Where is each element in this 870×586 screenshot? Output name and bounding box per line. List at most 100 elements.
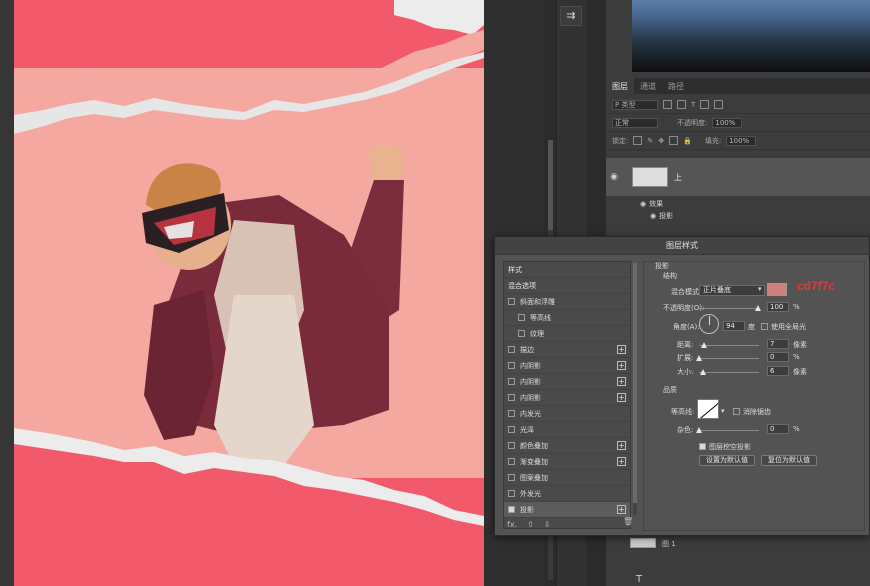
add-effect-icon[interactable]: + — [617, 393, 626, 402]
effects-eye-icon[interactable]: ◉ — [640, 200, 646, 208]
style-list-item-drop-shadow[interactable]: 投影 + — [504, 502, 630, 518]
lock-transparent-icon[interactable] — [633, 136, 643, 145]
tab-layers[interactable]: 图层 — [606, 78, 634, 94]
checkbox[interactable] — [518, 314, 525, 321]
move-down-icon[interactable]: ⇩ — [544, 520, 551, 529]
bottom-layer-name[interactable]: 图 1 — [662, 539, 676, 549]
size-slider-track[interactable] — [699, 372, 759, 373]
lock-artboard-icon[interactable] — [669, 136, 679, 145]
panel-collapse-button[interactable]: ⇉ — [560, 6, 582, 26]
add-effect-icon[interactable]: + — [617, 361, 626, 370]
checkbox[interactable] — [508, 298, 515, 305]
effect-item-row[interactable]: ◉ 投影 — [606, 210, 870, 222]
effects-label: 效果 — [649, 200, 664, 208]
global-light-checkbox[interactable] — [761, 323, 768, 330]
reset-default-button[interactable]: 复位为默认值 — [761, 455, 817, 466]
tab-paths[interactable]: 路径 — [662, 78, 690, 94]
style-list-item-pattern-overlay[interactable]: 图案叠加 — [504, 470, 630, 486]
style-list-item-inner-shadow-2[interactable]: 内阴影 + — [504, 374, 630, 390]
angle-field[interactable]: 94 — [723, 321, 745, 331]
noise-slider-knob[interactable] — [696, 427, 702, 433]
add-effect-icon[interactable]: + — [617, 377, 626, 386]
spread-slider-knob[interactable] — [696, 355, 702, 361]
noise-field[interactable]: 0 — [767, 424, 789, 434]
knockout-checkbox[interactable] — [699, 443, 706, 450]
blend-mode-select[interactable]: 正片叠底 — [699, 285, 765, 296]
checkbox[interactable] — [508, 458, 515, 465]
shadow-color-swatch[interactable] — [767, 283, 787, 296]
add-effect-icon[interactable]: + — [617, 345, 626, 354]
style-list-item-inner-shadow-3[interactable]: 内阴影 + — [504, 390, 630, 406]
style-list-item-satin[interactable]: 光泽 — [504, 422, 630, 438]
lock-paint-icon[interactable]: ✎ — [647, 137, 653, 145]
contour-preview[interactable] — [697, 399, 719, 419]
checkbox[interactable] — [508, 426, 515, 433]
angle-unit: 度 — [748, 323, 755, 331]
effects-row[interactable]: ◉ 效果 — [606, 198, 870, 210]
checkbox[interactable] — [508, 442, 515, 449]
style-list-item-color-overlay[interactable]: 颜色叠加 + — [504, 438, 630, 454]
lock-all-icon[interactable]: 🔒 — [683, 137, 692, 145]
checkbox[interactable] — [508, 490, 515, 497]
checkbox[interactable] — [508, 410, 515, 417]
visibility-eye-icon[interactable]: ◉ — [606, 172, 622, 182]
checkbox[interactable] — [508, 346, 515, 353]
tab-channels[interactable]: 通道 — [634, 78, 662, 94]
filter-type-icon[interactable]: T — [691, 101, 695, 109]
layer-filter-select[interactable]: P 类型 — [612, 99, 658, 110]
angle-dial[interactable] — [699, 314, 719, 334]
filter-adjust-icon[interactable] — [677, 100, 686, 109]
checkbox[interactable] — [508, 394, 515, 401]
checkbox[interactable] — [508, 378, 515, 385]
style-list-item-blending[interactable]: 混合选项 — [504, 278, 630, 294]
canvas-scrollbar-thumb[interactable] — [548, 140, 553, 230]
checkbox[interactable] — [508, 474, 515, 481]
style-list-item-gradient-overlay[interactable]: 渐变叠加 + — [504, 454, 630, 470]
style-list-item-styles[interactable]: 样式 — [504, 262, 630, 278]
style-list-item-stroke[interactable]: 描边 + — [504, 342, 630, 358]
contour-chevron-icon[interactable]: ▾ — [721, 407, 725, 415]
opacity-slider-knob[interactable] — [755, 305, 761, 311]
opacity-field[interactable]: 100 — [767, 302, 789, 312]
add-effect-icon[interactable]: + — [617, 457, 626, 466]
blend-mode-select[interactable]: 正常 — [612, 117, 658, 128]
distance-field[interactable]: 7 — [767, 339, 789, 349]
add-effect-icon[interactable]: + — [617, 505, 626, 514]
size-slider-knob[interactable] — [700, 369, 706, 375]
style-list-item-bevel[interactable]: 斜面和浮雕 — [504, 294, 630, 310]
filter-smart-icon[interactable] — [714, 100, 724, 109]
checkbox[interactable] — [518, 330, 525, 337]
chevron-down-icon[interactable]: ▾ — [758, 285, 762, 293]
filter-shape-icon[interactable] — [700, 100, 710, 109]
fx-menu-button[interactable]: fx. — [507, 520, 517, 529]
spread-slider-track[interactable] — [699, 358, 759, 359]
move-up-icon[interactable]: ⇧ — [527, 520, 534, 529]
style-list-item-texture[interactable]: 纹理 — [504, 326, 630, 342]
add-effect-icon[interactable]: + — [617, 441, 626, 450]
fill-field[interactable]: 100% — [726, 135, 757, 146]
checkbox[interactable] — [508, 362, 515, 369]
layer-row-top[interactable]: ◉ 上 — [606, 158, 870, 196]
filter-pixel-icon[interactable] — [663, 100, 672, 109]
spread-field[interactable]: 0 — [767, 352, 789, 362]
make-default-button[interactable]: 设置为默认值 — [699, 455, 755, 466]
style-list-scrollbar-thumb[interactable] — [633, 263, 637, 503]
effect-eye-icon[interactable]: ◉ — [650, 212, 656, 220]
distance-slider-knob[interactable] — [701, 342, 707, 348]
layer-name[interactable]: 上 — [674, 172, 682, 183]
document-canvas[interactable] — [14, 0, 484, 586]
size-field[interactable]: 6 — [767, 366, 789, 376]
style-list-item-inner-glow[interactable]: 内发光 — [504, 406, 630, 422]
checkbox-checked[interactable] — [508, 506, 515, 513]
style-list-item-contour[interactable]: 等高线 — [504, 310, 630, 326]
antialias-checkbox[interactable] — [733, 408, 740, 415]
noise-slider-track[interactable] — [699, 430, 759, 431]
style-list-item-inner-shadow-1[interactable]: 内阴影 + — [504, 358, 630, 374]
style-list-item-outer-glow[interactable]: 外发光 — [504, 486, 630, 502]
type-tool-icon[interactable]: T — [636, 574, 642, 585]
distance-slider-track[interactable] — [699, 345, 759, 346]
opacity-field[interactable]: 100% — [712, 117, 743, 128]
opacity-slider-track[interactable] — [699, 308, 759, 309]
delete-effect-icon[interactable]: 🗑 — [623, 517, 633, 526]
lock-move-icon[interactable]: ✥ — [658, 137, 664, 145]
